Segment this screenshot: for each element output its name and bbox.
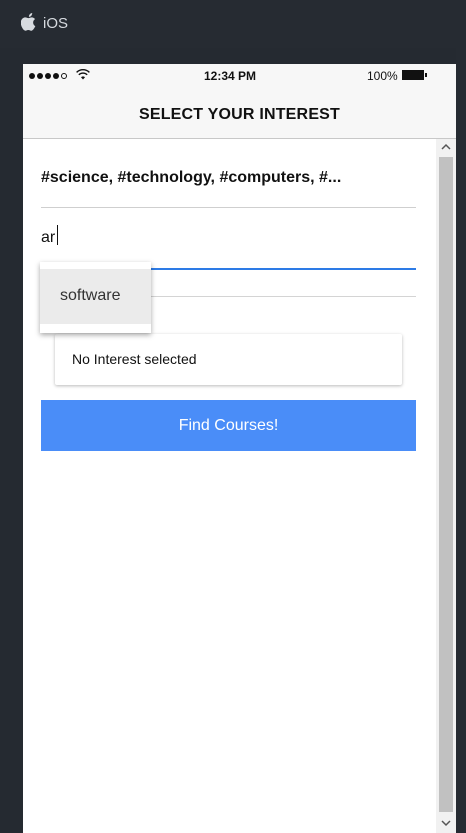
battery-icon [402, 70, 424, 80]
signal-dots-icon [29, 72, 67, 80]
page-title: SELECT YOUR INTEREST [138, 106, 341, 123]
scroll-down-arrow-icon[interactable] [436, 815, 456, 831]
battery-percentage: 100% [367, 69, 398, 83]
host-header: iOS [0, 0, 466, 48]
autocomplete-item-software[interactable]: software [40, 269, 151, 324]
status-time: 12:34 PM [204, 69, 257, 83]
interest-tags-text: #science, #technology, #computers, #... [41, 169, 342, 186]
interest-search-input[interactable] [41, 223, 416, 253]
selection-status-text: No Interest selected [72, 351, 197, 367]
find-courses-button[interactable]: Find Courses! [41, 400, 416, 451]
autocomplete-dropdown: software [40, 262, 151, 333]
scroll-up-arrow-icon[interactable] [436, 139, 456, 155]
apple-icon [21, 13, 36, 31]
battery-tip [425, 73, 427, 77]
scrollbar[interactable] [436, 139, 456, 833]
device-frame-edge [456, 48, 466, 833]
scroll-thumb[interactable] [439, 157, 453, 812]
status-bar: 12:34 PM 100% [23, 64, 456, 88]
selection-status-card: No Interest selected [55, 334, 402, 385]
main-content: #science, #technology, #computers, #... … [23, 139, 436, 833]
nav-bar: SELECT YOUR INTEREST [23, 88, 456, 139]
text-caret [57, 225, 58, 245]
os-label: iOS [43, 15, 69, 32]
wifi-icon [76, 69, 90, 80]
phone-screen: 12:34 PM 100% SELECT YOUR INTEREST #scie… [23, 64, 456, 833]
tags-divider [41, 207, 416, 208]
